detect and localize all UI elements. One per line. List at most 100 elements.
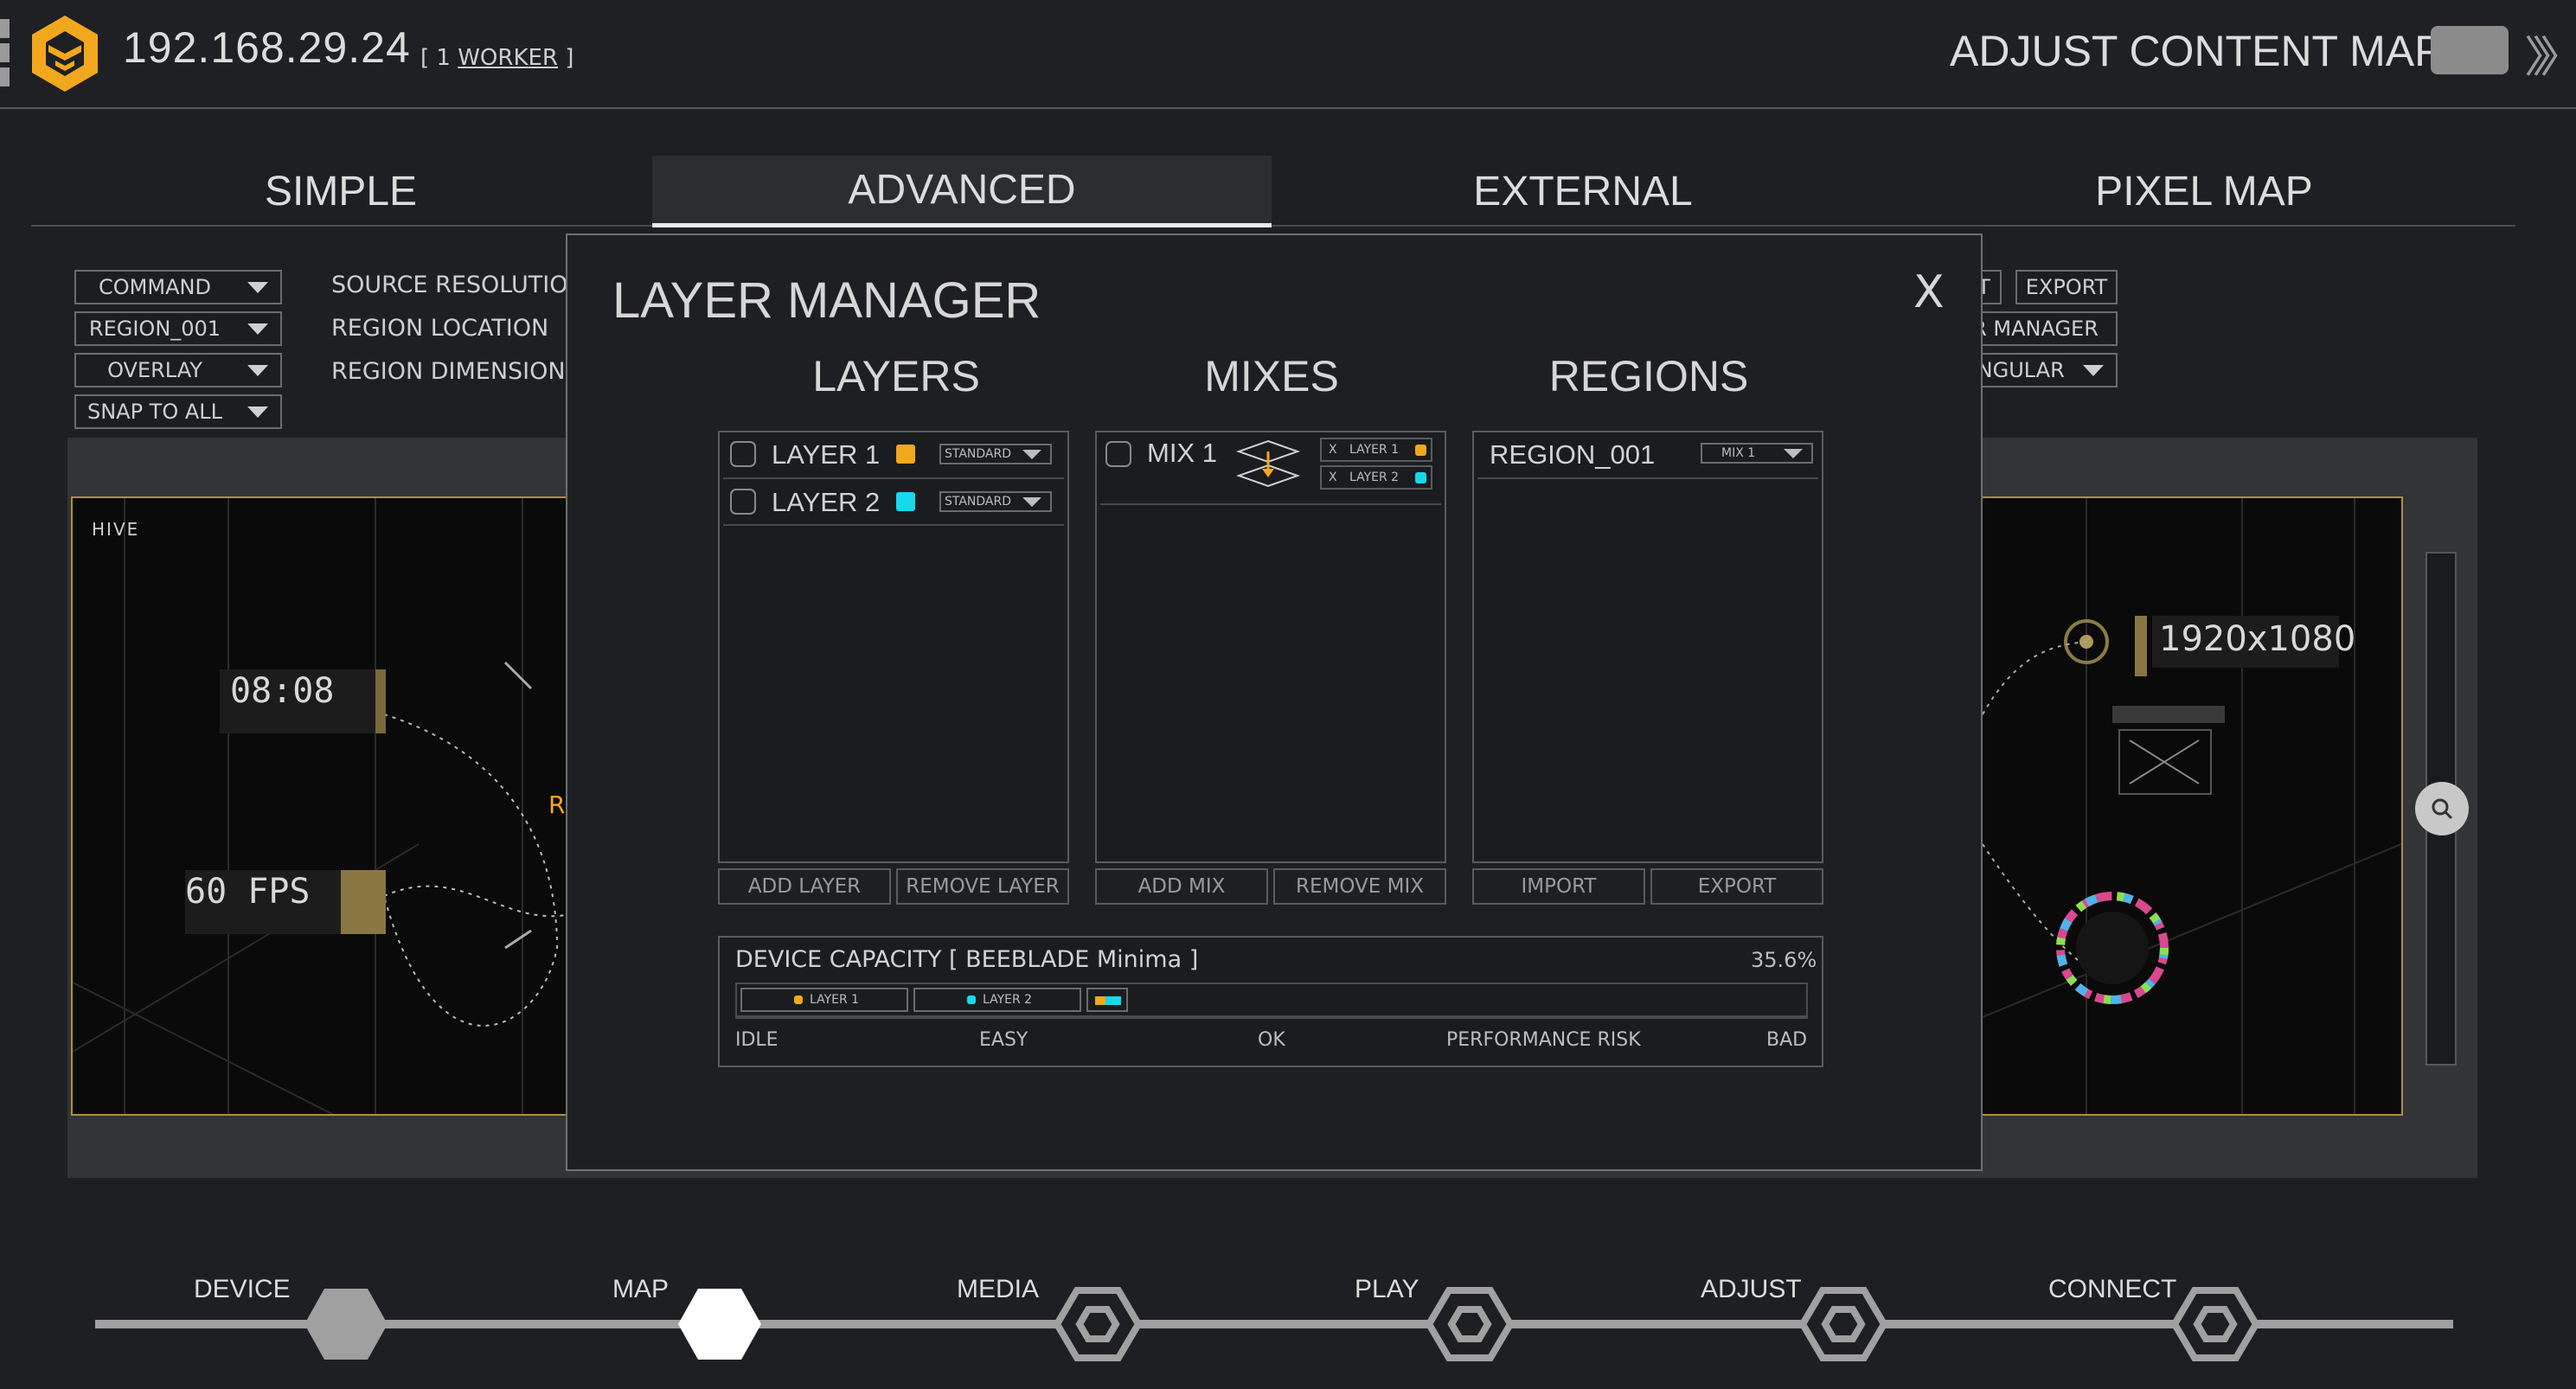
menu-handle-icon[interactable] — [0, 43, 10, 62]
mix-member[interactable]: X LAYER 1 — [1320, 438, 1432, 462]
chevron-down-icon — [247, 282, 268, 293]
toggle-button[interactable] — [2431, 26, 2509, 74]
capacity-chip-layer-1: LAYER 1 — [740, 988, 908, 1012]
region-location-label: REGION LOCATION — [331, 315, 549, 342]
clock-readout: 08:08 — [230, 671, 335, 711]
page-title: ADJUST CONTENT MAP — [1950, 27, 2444, 75]
blend-mode-dropdown[interactable]: STANDARD — [939, 444, 1052, 464]
mixes-heading: MIXES — [1204, 352, 1339, 400]
hive-watermark: HIVE — [92, 519, 140, 540]
layer-name: LAYER 1 — [772, 439, 881, 470]
chevron-down-icon — [1784, 449, 1803, 458]
worker-link[interactable]: WORKER — [458, 45, 558, 71]
dropdown-label: STANDARD — [945, 447, 1012, 461]
region-dropdown[interactable]: REGION_001 — [74, 311, 282, 346]
preview-canvas-left[interactable]: HIVE 08:08 60 FPS R — [71, 496, 576, 1116]
remove-member-icon[interactable]: X — [1329, 443, 1337, 457]
export-button[interactable]: EXPORT — [1650, 868, 1823, 905]
region-name: REGION_001 — [1490, 439, 1656, 470]
dropdown-label: MIX 1 — [1721, 446, 1756, 460]
step-connect-hex[interactable] — [2173, 1285, 2259, 1363]
step-media-label: MEDIA — [957, 1275, 1040, 1303]
dropdown-label: STANDARD — [945, 495, 1012, 509]
scale-easy: EASY — [979, 1029, 1028, 1051]
region-dimensions-label: REGION DIMENSIONS — [331, 358, 580, 385]
close-button[interactable]: X — [1913, 266, 1945, 318]
layers-stack-icon — [1235, 439, 1301, 491]
menu-handle-icon[interactable] — [0, 19, 10, 38]
import-button[interactable]: IMPORT — [1472, 868, 1645, 905]
mix-row[interactable]: MIX 1 X LAYER 1 X LAYER 2 — [1095, 431, 1446, 503]
layer-checkbox[interactable] — [730, 441, 756, 467]
chevrons-right-icon[interactable]: 〉〉〉 — [2524, 22, 2576, 85]
zoom-button[interactable] — [2415, 782, 2469, 835]
add-layer-button[interactable]: ADD LAYER — [718, 868, 891, 905]
tab-pixel-map[interactable]: PIXEL MAP — [1894, 156, 2514, 227]
remove-mix-button[interactable]: REMOVE MIX — [1273, 868, 1446, 905]
mix-name: MIX 1 — [1147, 438, 1217, 468]
regions-list — [1472, 431, 1823, 863]
tab-simple[interactable]: SIMPLE — [31, 156, 650, 227]
region-mix-dropdown[interactable]: MIX 1 — [1701, 443, 1813, 464]
export-button[interactable]: EXPORT — [2015, 270, 2118, 304]
worker-count: [ 1 WORKER ] — [420, 45, 574, 71]
add-mix-button[interactable]: ADD MIX — [1095, 868, 1268, 905]
layer-checkbox[interactable] — [730, 489, 756, 515]
row-divider — [723, 524, 1064, 526]
preview-canvas-right[interactable]: 1920x1080 — [1981, 496, 2403, 1116]
overlay-dropdown[interactable]: OVERLAY — [74, 353, 282, 387]
layer-row[interactable]: LAYER 1 STANDARD — [718, 431, 1069, 479]
tab-advanced[interactable]: ADVANCED — [652, 156, 1272, 227]
step-play-hex[interactable] — [1427, 1285, 1514, 1363]
member-name: LAYER 1 — [1349, 443, 1400, 457]
step-media-hex[interactable] — [1055, 1285, 1142, 1363]
layers-heading: LAYERS — [812, 352, 980, 400]
device-capacity-label: DEVICE CAPACITY [ BEEBLADE Minima ] — [735, 946, 1199, 973]
remove-layer-button[interactable]: REMOVE LAYER — [896, 868, 1069, 905]
capacity-chip-layer-2: LAYER 2 — [913, 988, 1081, 1012]
chevron-down-icon — [247, 406, 268, 418]
region-marker: R — [548, 791, 566, 819]
dropdown-label: OVERLAY — [107, 358, 202, 382]
layer-row[interactable]: LAYER 2 STANDARD — [718, 479, 1069, 526]
step-device-label: DEVICE — [194, 1275, 291, 1303]
row-divider — [1477, 477, 1818, 479]
preview-graphics — [1983, 498, 2401, 1114]
step-play-label: PLAY — [1355, 1275, 1419, 1303]
snap-dropdown[interactable]: SNAP TO ALL — [74, 394, 282, 429]
blend-mode-dropdown[interactable]: STANDARD — [939, 491, 1052, 512]
command-dropdown[interactable]: COMMAND — [74, 270, 282, 304]
chevron-down-icon — [1022, 497, 1041, 507]
member-color-swatch — [1415, 445, 1426, 456]
chip-label: LAYER 1 — [810, 993, 860, 1007]
member-color-swatch — [1415, 472, 1426, 483]
chevron-down-icon — [2083, 365, 2104, 376]
tab-external[interactable]: EXTERNAL — [1273, 156, 1893, 227]
regions-heading: REGIONS — [1548, 352, 1749, 400]
worker-prefix: [ 1 — [420, 45, 458, 71]
worker-suffix: ] — [558, 45, 574, 71]
usage-gold — [1095, 996, 1105, 1005]
step-adjust-hex[interactable] — [1801, 1285, 1887, 1363]
dropdown-label: COMMAND — [99, 275, 211, 299]
fps-readout: 60 FPS — [185, 872, 311, 912]
dropdown-label: REGION_001 — [88, 317, 221, 341]
usage-cyan — [1105, 996, 1121, 1005]
layer-color-swatch — [896, 492, 915, 511]
region-row[interactable]: REGION_001 MIX 1 — [1472, 431, 1823, 477]
step-device-hex[interactable] — [303, 1285, 389, 1363]
layer-color-swatch — [896, 445, 915, 464]
chip-color-swatch — [967, 995, 976, 1004]
resolution-readout: 1920x1080 — [2159, 619, 2356, 659]
scale-line — [735, 1017, 1808, 1019]
chevron-down-icon — [1022, 450, 1041, 459]
scale-ok: OK — [1258, 1029, 1285, 1051]
menu-handle-icon[interactable] — [0, 67, 10, 86]
step-map-hex[interactable] — [676, 1285, 763, 1363]
device-ip: 192.168.29.24 — [123, 23, 411, 72]
hive-logo-icon — [29, 14, 100, 93]
mix-member[interactable]: X LAYER 2 — [1320, 465, 1432, 490]
mix-checkbox[interactable] — [1105, 441, 1131, 467]
remove-member-icon[interactable]: X — [1329, 470, 1337, 484]
step-connect-label: CONNECT — [2048, 1275, 2177, 1303]
